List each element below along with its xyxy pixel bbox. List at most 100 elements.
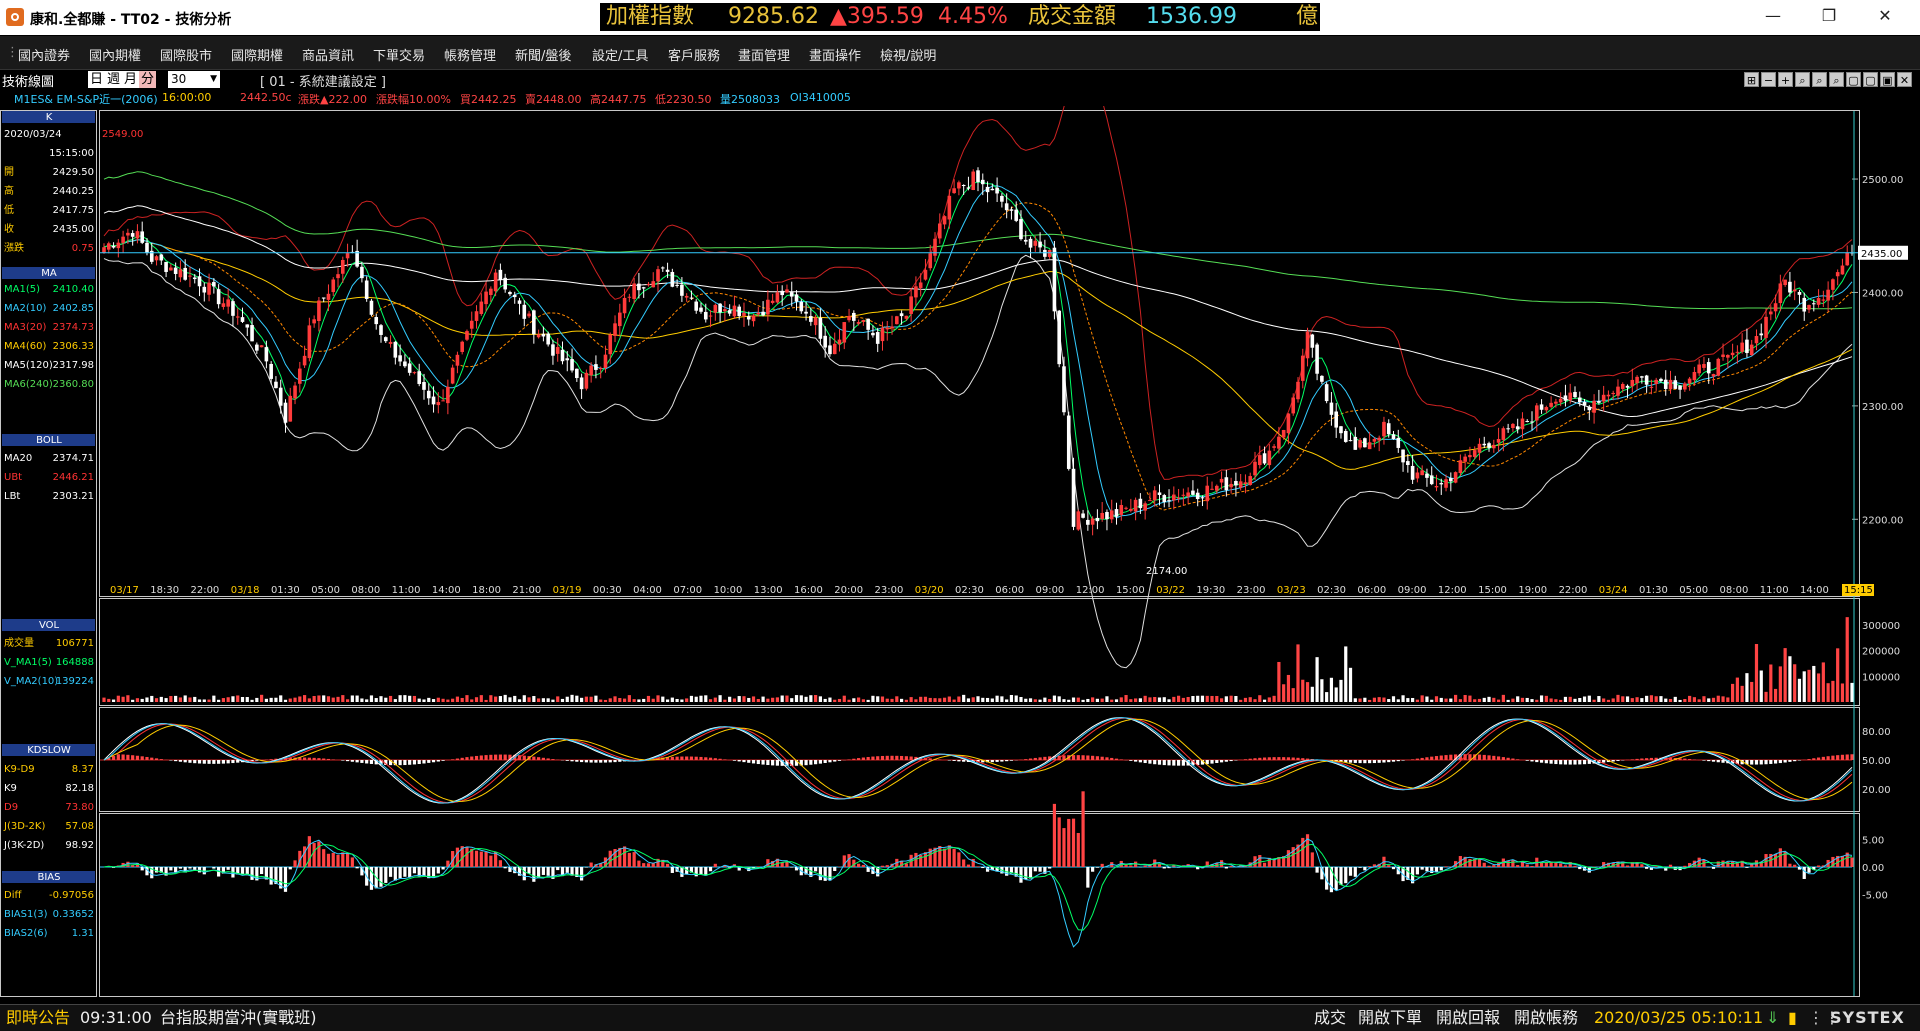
time-tick-label: 08:00 — [351, 585, 380, 596]
search-next-icon[interactable]: ⌕ — [1829, 72, 1844, 87]
close-icon[interactable]: ✕ — [1897, 72, 1912, 87]
status-link-account[interactable]: 開啟帳務 — [1514, 1005, 1578, 1031]
time-tick-label: 23:00 — [875, 585, 904, 596]
candle-body — [188, 276, 192, 277]
kd-diff-bar — [1225, 760, 1228, 762]
status-link-report[interactable]: 開啟回報 — [1436, 1005, 1500, 1031]
kd-diff-bar — [1158, 760, 1161, 765]
volume-bar — [542, 698, 545, 702]
quote-volume: 量2508033 — [720, 91, 780, 107]
time-tick-label: 18:30 — [150, 585, 179, 596]
volume-bar — [1550, 698, 1553, 702]
window-icon[interactable]: ▢ — [1846, 72, 1861, 87]
bias-bar — [489, 856, 492, 867]
candle-body — [136, 231, 140, 238]
candle-body — [489, 289, 493, 295]
vol-tick-label: 200000 — [1862, 647, 1900, 658]
volume-bar — [136, 698, 139, 702]
menu-item-account[interactable]: 帳務管理 — [444, 45, 496, 64]
menu-item-order[interactable]: 下單交易 — [373, 45, 425, 64]
candle-body — [556, 347, 560, 354]
bias-bar — [1311, 852, 1314, 867]
candle-body — [1396, 438, 1400, 448]
zoom-out-icon[interactable]: − — [1761, 72, 1776, 87]
kd-diff-bar — [145, 757, 148, 760]
volume-bar — [313, 696, 316, 702]
candle-body — [1215, 486, 1219, 491]
menu-item-intl-stocks[interactable]: 國際股市 — [160, 45, 212, 64]
kd-diff-bar — [1253, 758, 1256, 760]
volume-bar — [246, 697, 249, 702]
kd-diff-bar — [1000, 760, 1003, 762]
close-button[interactable]: ✕ — [1870, 6, 1900, 25]
grid-icon[interactable]: ⊞ — [1744, 72, 1759, 87]
interval-select[interactable]: 30 ▼ — [168, 71, 220, 88]
volume-bar — [523, 695, 526, 702]
volume-bar — [222, 698, 225, 702]
minimize-button[interactable]: — — [1758, 6, 1788, 25]
menu-item-service[interactable]: 客戶服務 — [668, 45, 720, 64]
preset-label[interactable]: [ 01 - 系統建議設定 ] — [260, 71, 386, 90]
volume-bar — [1702, 696, 1705, 702]
technical-chart[interactable]: K 2020/03/24 15:15:00 開2429.50高2440.25低2… — [0, 106, 1920, 1004]
volume-bar — [1602, 698, 1605, 702]
period-day[interactable]: 日 — [88, 71, 105, 88]
search-icon[interactable]: ⌕ — [1795, 72, 1810, 87]
bias-bar — [260, 867, 263, 874]
kd-diff-bar — [422, 760, 425, 763]
menu-item-product-info[interactable]: 商品資訊 — [302, 45, 354, 64]
candle-body — [236, 316, 240, 317]
status-link-trades[interactable]: 成交 — [1314, 1005, 1346, 1031]
menu-item-settings[interactable]: 設定/工具 — [592, 45, 648, 64]
candle-body — [866, 319, 870, 330]
time-tick-label: 20:00 — [834, 585, 863, 596]
menu-item-help[interactable]: 檢視/說明 — [880, 45, 936, 64]
menu-item-layout[interactable]: 畫面管理 — [738, 45, 790, 64]
candle-body — [193, 277, 197, 279]
menu-item-domestic-futures[interactable]: 國內期權 — [89, 45, 141, 64]
bias-bar — [886, 865, 889, 867]
candle-body — [1640, 376, 1644, 377]
k-header: K — [46, 112, 53, 123]
restore-button[interactable]: ❐ — [1814, 6, 1844, 25]
period-month[interactable]: 月 — [122, 71, 139, 88]
candle-body — [1764, 317, 1768, 338]
volume-bar — [1034, 699, 1037, 702]
copy-icon[interactable]: ▢ — [1863, 72, 1878, 87]
kd-diff-bar — [1287, 757, 1290, 760]
volume-bar — [570, 695, 573, 702]
volume-bar — [1516, 696, 1519, 702]
price-tick-label: 2200.00 — [1862, 515, 1903, 526]
kd-diff-bar — [346, 760, 349, 761]
menu-item-intl-futures[interactable]: 國際期權 — [231, 45, 283, 64]
kd-diff-bar — [470, 757, 473, 760]
quote-info-row: M1ES& EM-S&P近一(2006) 16:00:00 2442.50c 漲… — [0, 90, 1920, 106]
candle-body — [155, 256, 159, 260]
period-minute[interactable]: 分 — [139, 71, 156, 88]
volume-bar — [293, 698, 296, 702]
notice-message[interactable]: 台指股期當沖(實戰班) — [160, 1005, 317, 1031]
layout-icon[interactable]: ▣ — [1880, 72, 1895, 87]
volume-bar — [819, 696, 822, 702]
candle-body — [962, 185, 966, 186]
volume-bar — [1038, 700, 1041, 702]
menu-item-news[interactable]: 新聞/盤後 — [515, 45, 571, 64]
bias-bar — [1698, 858, 1701, 867]
volume-bar — [1325, 692, 1328, 702]
period-week[interactable]: 週 — [105, 71, 122, 88]
kd-diff-bar — [847, 759, 850, 760]
candle-body — [704, 312, 708, 319]
kd-diff-bar — [852, 759, 855, 760]
notice-label[interactable]: 即時公告 — [6, 1005, 70, 1031]
candle-body — [1143, 503, 1147, 510]
kd-diff-bar — [484, 755, 487, 760]
candle-body — [1311, 335, 1315, 348]
candle-body — [422, 382, 426, 390]
status-link-order[interactable]: 開啟下單 — [1358, 1005, 1422, 1031]
candle-body — [1506, 428, 1510, 429]
zoom-in-icon[interactable]: + — [1778, 72, 1793, 87]
search-prev-icon[interactable]: ⌕ — [1812, 72, 1827, 87]
menu-item-domestic-securities[interactable]: 國內證券 — [18, 45, 70, 64]
menu-item-screen-ops[interactable]: 畫面操作 — [809, 45, 861, 64]
candle-body — [1635, 377, 1639, 383]
